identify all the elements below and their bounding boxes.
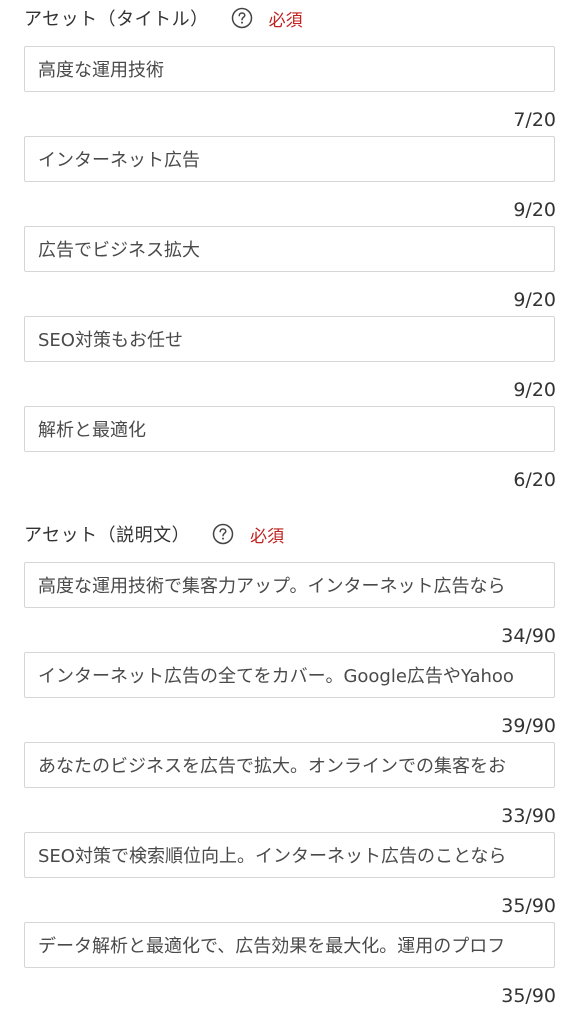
description-asset-input-1[interactable] <box>25 563 554 607</box>
required-badge: 必須 <box>250 526 285 547</box>
title-asset-input-3[interactable] <box>25 227 554 271</box>
required-badge: 必須 <box>268 10 303 31</box>
title-asset-field-1[interactable] <box>24 46 555 92</box>
title-asset-field-3[interactable] <box>24 226 555 272</box>
description-asset-input-4[interactable] <box>25 833 554 877</box>
description-assets-header: アセット（説明文） 必須 <box>24 521 284 547</box>
title-asset-input-5[interactable] <box>25 407 554 451</box>
question-circle-icon[interactable] <box>231 7 253 29</box>
description-asset-field-5[interactable] <box>24 922 555 968</box>
title-asset-input-4[interactable] <box>25 317 554 361</box>
title-asset-input-1[interactable] <box>25 47 554 91</box>
char-counter: 39/90 <box>501 715 556 737</box>
title-asset-input-2[interactable] <box>25 137 554 181</box>
char-counter: 9/20 <box>513 379 556 401</box>
title-asset-field-2[interactable] <box>24 136 555 182</box>
char-counter: 35/90 <box>501 895 556 917</box>
char-counter: 34/90 <box>501 625 556 647</box>
title-assets-header: アセット（タイトル） 必須 <box>24 5 303 31</box>
description-asset-input-3[interactable] <box>25 743 554 787</box>
description-assets-label: アセット（説明文） <box>24 525 191 546</box>
description-asset-input-2[interactable] <box>25 653 554 697</box>
char-counter: 35/90 <box>501 985 556 1007</box>
description-asset-field-1[interactable] <box>24 562 555 608</box>
title-assets-label: アセット（タイトル） <box>24 9 209 30</box>
question-circle-icon[interactable] <box>212 523 234 545</box>
description-asset-field-2[interactable] <box>24 652 555 698</box>
title-asset-field-5[interactable] <box>24 406 555 452</box>
char-counter: 9/20 <box>513 289 556 311</box>
description-asset-field-3[interactable] <box>24 742 555 788</box>
description-asset-input-5[interactable] <box>25 923 554 967</box>
char-counter: 9/20 <box>513 199 556 221</box>
title-asset-field-4[interactable] <box>24 316 555 362</box>
char-counter: 6/20 <box>513 469 556 491</box>
char-counter: 33/90 <box>501 805 556 827</box>
description-asset-field-4[interactable] <box>24 832 555 878</box>
char-counter: 7/20 <box>513 109 556 131</box>
